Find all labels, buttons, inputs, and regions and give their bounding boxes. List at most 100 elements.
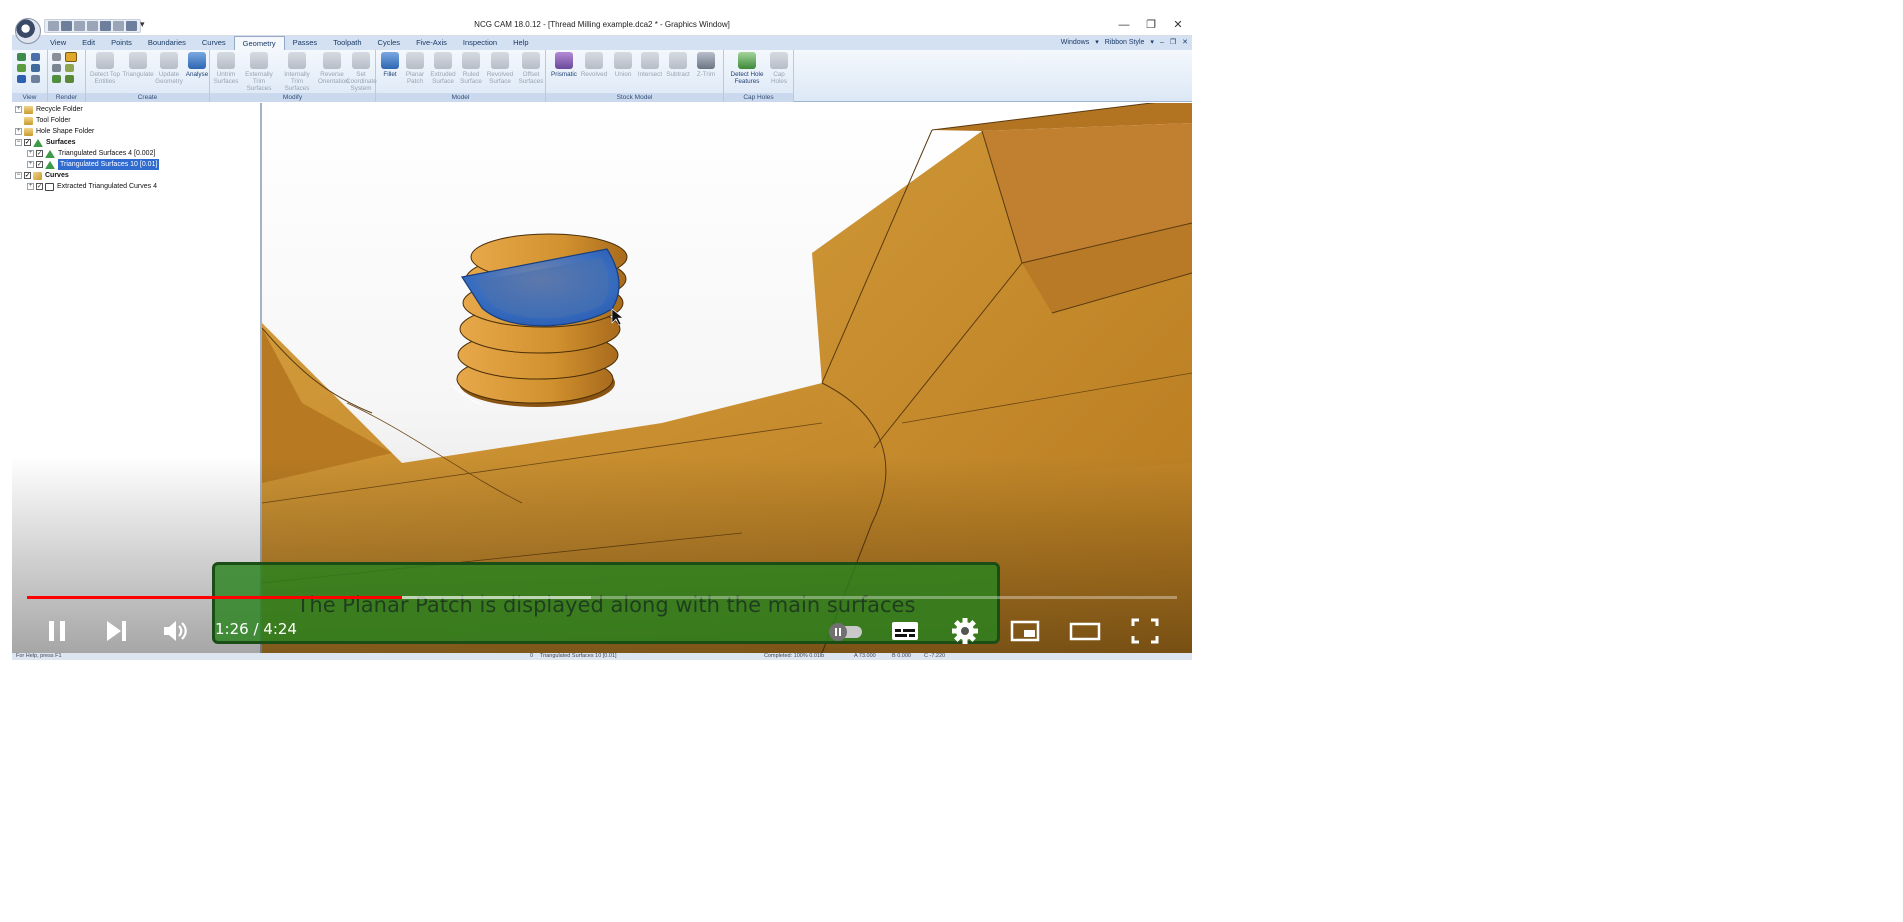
tab-boundaries[interactable]: Boundaries bbox=[140, 36, 194, 50]
tab-geometry[interactable]: Geometry bbox=[233, 36, 285, 50]
expand-icon[interactable]: + bbox=[15, 106, 22, 113]
minimize-button[interactable]: — bbox=[1112, 18, 1136, 33]
volume-button[interactable] bbox=[158, 614, 192, 648]
reverse-orientation-button[interactable]: Reverse Orientation bbox=[318, 52, 349, 85]
tab-edit[interactable]: Edit bbox=[74, 36, 103, 50]
mdi-minimize-button[interactable]: – bbox=[1160, 36, 1164, 50]
tab-toolpath[interactable]: Toolpath bbox=[325, 36, 369, 50]
tab-view[interactable]: View bbox=[42, 36, 74, 50]
set-coordinate-system-button[interactable]: Set Coordinate System bbox=[346, 52, 377, 92]
settings-button[interactable] bbox=[948, 614, 982, 648]
theater-mode-button[interactable] bbox=[1068, 614, 1102, 648]
cap-holes-icon bbox=[770, 52, 788, 69]
next-button[interactable] bbox=[99, 614, 133, 648]
collapse-icon[interactable]: − bbox=[15, 139, 22, 146]
view-settings-icon[interactable] bbox=[31, 75, 40, 83]
tab-curves[interactable]: Curves bbox=[194, 36, 234, 50]
render-transparency-icon[interactable] bbox=[65, 75, 74, 83]
tab-points[interactable]: Points bbox=[103, 36, 140, 50]
tab-passes[interactable]: Passes bbox=[285, 36, 326, 50]
visibility-checkbox[interactable]: ✓ bbox=[24, 172, 31, 179]
tree-item-tool-folder[interactable]: Tool Folder bbox=[24, 115, 71, 126]
intersect-button[interactable]: Intersect bbox=[636, 52, 664, 78]
detect-hole-features-button[interactable]: Detect Hole Features bbox=[728, 52, 766, 85]
close-button[interactable]: ✕ bbox=[1166, 18, 1190, 33]
extruded-surface-button[interactable]: Extruded Surface bbox=[428, 52, 458, 85]
tab-cycles[interactable]: Cycles bbox=[370, 36, 409, 50]
mdi-restore-button[interactable]: ❐ bbox=[1170, 36, 1176, 50]
miniplayer-button[interactable] bbox=[1008, 614, 1042, 648]
visibility-checkbox[interactable]: ✓ bbox=[36, 183, 43, 190]
window-title: NCG CAM 18.0.12 - [Thread Milling exampl… bbox=[474, 20, 730, 29]
ruled-surface-button[interactable]: Ruled Surface bbox=[458, 52, 484, 85]
progress-bar[interactable] bbox=[27, 596, 1177, 599]
offset-surfaces-button[interactable]: Offset Surfaces bbox=[516, 52, 546, 85]
union-button[interactable]: Union bbox=[610, 52, 636, 78]
ribbon-style-dropdown-icon[interactable]: ▾ bbox=[1150, 36, 1154, 50]
view-iso-icon[interactable] bbox=[31, 64, 40, 72]
windows-dropdown-icon[interactable]: ▾ bbox=[1095, 36, 1099, 50]
revolved-surface-button[interactable]: Revolved Surface bbox=[484, 52, 516, 85]
tree-item-extracted-curves-4[interactable]: + ✓ Extracted Triangulated Curves 4 bbox=[27, 181, 157, 192]
restore-button[interactable]: ❐ bbox=[1139, 18, 1163, 33]
triangulate-button[interactable]: Triangulate bbox=[122, 52, 154, 78]
untrim-surfaces-button[interactable]: Untrim Surfaces bbox=[212, 52, 240, 85]
app-logo-icon[interactable] bbox=[15, 18, 41, 44]
windows-menu[interactable]: Windows bbox=[1061, 36, 1089, 50]
autoplay-toggle[interactable] bbox=[824, 614, 868, 648]
expand-icon[interactable]: + bbox=[15, 128, 22, 135]
tab-help[interactable]: Help bbox=[505, 36, 536, 50]
expand-icon[interactable]: + bbox=[27, 161, 34, 168]
curve-icon bbox=[45, 182, 54, 191]
tree-item-triangulated-surfaces-10[interactable]: + ✓ Triangulated Surfaces 10 [0.01] bbox=[27, 158, 161, 171]
tree-item-curves[interactable]: − ✓ Curves bbox=[15, 170, 69, 181]
render-colors-icon[interactable] bbox=[52, 75, 61, 83]
externally-trim-surfaces-button[interactable]: Externally Trim Surfaces bbox=[240, 52, 278, 92]
subtract-button[interactable]: Subtract bbox=[664, 52, 692, 78]
group-label-cap-holes: Cap Holes bbox=[724, 93, 793, 102]
group-label-create: Create bbox=[86, 93, 209, 102]
view-side-icon[interactable] bbox=[17, 64, 26, 72]
prismatic-button[interactable]: Prismatic bbox=[550, 52, 578, 78]
pause-button[interactable] bbox=[40, 614, 74, 648]
view-front-icon[interactable] bbox=[31, 53, 40, 61]
tree-item-hole-shape-folder[interactable]: + Hole Shape Folder bbox=[15, 126, 94, 137]
visibility-checkbox[interactable]: ✓ bbox=[36, 161, 43, 168]
subtitles-button[interactable] bbox=[888, 614, 922, 648]
stock-revolved-icon bbox=[585, 52, 603, 69]
expand-icon[interactable]: + bbox=[27, 150, 34, 157]
zoom-fit-icon[interactable] bbox=[17, 75, 26, 83]
visibility-checkbox[interactable]: ✓ bbox=[24, 139, 31, 146]
collapse-icon[interactable]: − bbox=[15, 172, 22, 179]
internally-trim-surfaces-button[interactable]: Internally Trim Surfaces bbox=[278, 52, 316, 92]
z-trim-button[interactable]: Z-Trim bbox=[692, 52, 720, 78]
shaded-edges-icon[interactable] bbox=[65, 64, 74, 72]
view-top-icon[interactable] bbox=[17, 53, 26, 61]
update-geometry-icon bbox=[160, 52, 178, 69]
shaded-icon[interactable] bbox=[65, 52, 77, 62]
wireframe-icon[interactable] bbox=[52, 53, 61, 61]
tree-item-label: Curves bbox=[45, 172, 69, 179]
tab-five-axis[interactable]: Five-Axis bbox=[408, 36, 455, 50]
tree-item-triangulated-surfaces-4[interactable]: + ✓ Triangulated Surfaces 4 [0.002] bbox=[27, 148, 155, 159]
detect-top-entities-button[interactable]: Detect Top Entities bbox=[90, 52, 120, 85]
tree-item-surfaces[interactable]: − ✓ Surfaces bbox=[15, 137, 76, 148]
planar-patch-button[interactable]: Planar Patch bbox=[402, 52, 428, 85]
fullscreen-button[interactable] bbox=[1128, 614, 1162, 648]
tree-item-recycle-folder[interactable]: + Recycle Folder bbox=[15, 104, 83, 115]
visibility-checkbox[interactable]: ✓ bbox=[36, 150, 43, 157]
hidden-line-icon[interactable] bbox=[52, 64, 61, 72]
cap-holes-button[interactable]: Cap Holes bbox=[766, 52, 792, 85]
extruded-surface-icon bbox=[434, 52, 452, 69]
tab-inspection[interactable]: Inspection bbox=[455, 36, 505, 50]
ribbon-style-menu[interactable]: Ribbon Style bbox=[1105, 36, 1145, 50]
analyse-button[interactable]: Analyse bbox=[184, 52, 210, 78]
expand-icon[interactable]: + bbox=[27, 183, 34, 190]
group-view: View bbox=[12, 50, 48, 102]
stock-revolved-button[interactable]: Revolved bbox=[580, 52, 608, 78]
update-geometry-button[interactable]: Update Geometry bbox=[154, 52, 184, 85]
tree-item-label-selected: Triangulated Surfaces 10 [0.01] bbox=[56, 158, 161, 171]
mdi-close-button[interactable]: ✕ bbox=[1182, 36, 1188, 50]
fillet-button[interactable]: Fillet bbox=[378, 52, 402, 78]
group-label-view: View bbox=[12, 93, 47, 102]
